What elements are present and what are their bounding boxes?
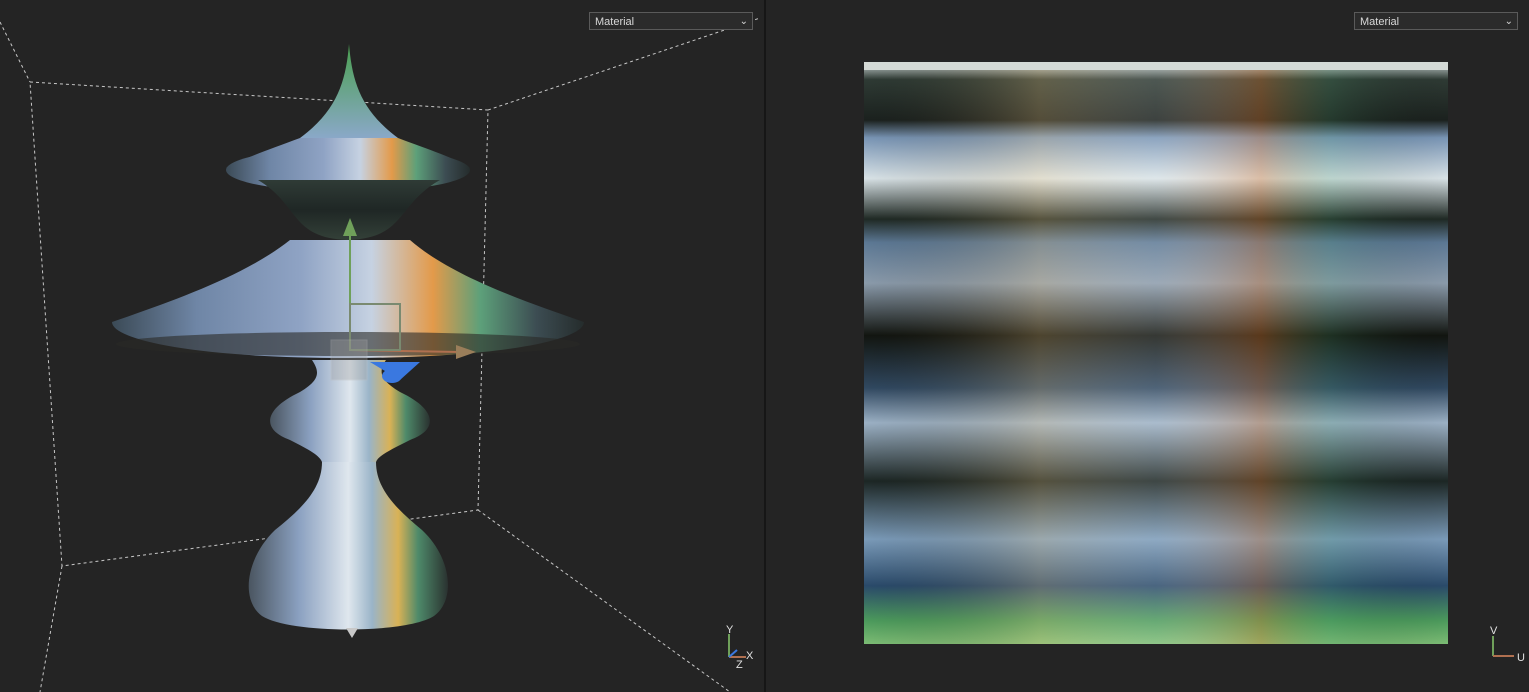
- object-tip: [300, 44, 398, 138]
- shading-mode-value: Material: [1360, 16, 1400, 28]
- scene-canvas[interactable]: Y X Z: [0, 0, 764, 692]
- viewport-uv[interactable]: V U Material ⌄: [766, 0, 1529, 692]
- viewport-3d[interactable]: Y X Z Material ⌄: [0, 0, 764, 692]
- chevron-down-icon: ⌄: [739, 16, 748, 27]
- object-bottom-bell: [248, 462, 448, 630]
- axis-label-z: Z: [736, 659, 743, 671]
- chevron-down-icon: ⌄: [1504, 16, 1513, 27]
- axis-label-u: U: [1517, 652, 1525, 664]
- shading-mode-dropdown[interactable]: Material ⌄: [589, 12, 753, 30]
- axis-label-x: X: [746, 650, 754, 662]
- axis-label-y: Y: [726, 624, 734, 636]
- shading-mode-dropdown[interactable]: Material ⌄: [1354, 12, 1518, 30]
- uv-texture: [864, 62, 1448, 644]
- shading-mode-value: Material: [595, 16, 635, 28]
- axis-indicator-icon: V U: [1490, 625, 1525, 664]
- axis-label-v: V: [1490, 625, 1498, 637]
- uv-canvas[interactable]: V U: [766, 0, 1529, 692]
- axis-indicator-icon: Y X Z: [726, 624, 754, 671]
